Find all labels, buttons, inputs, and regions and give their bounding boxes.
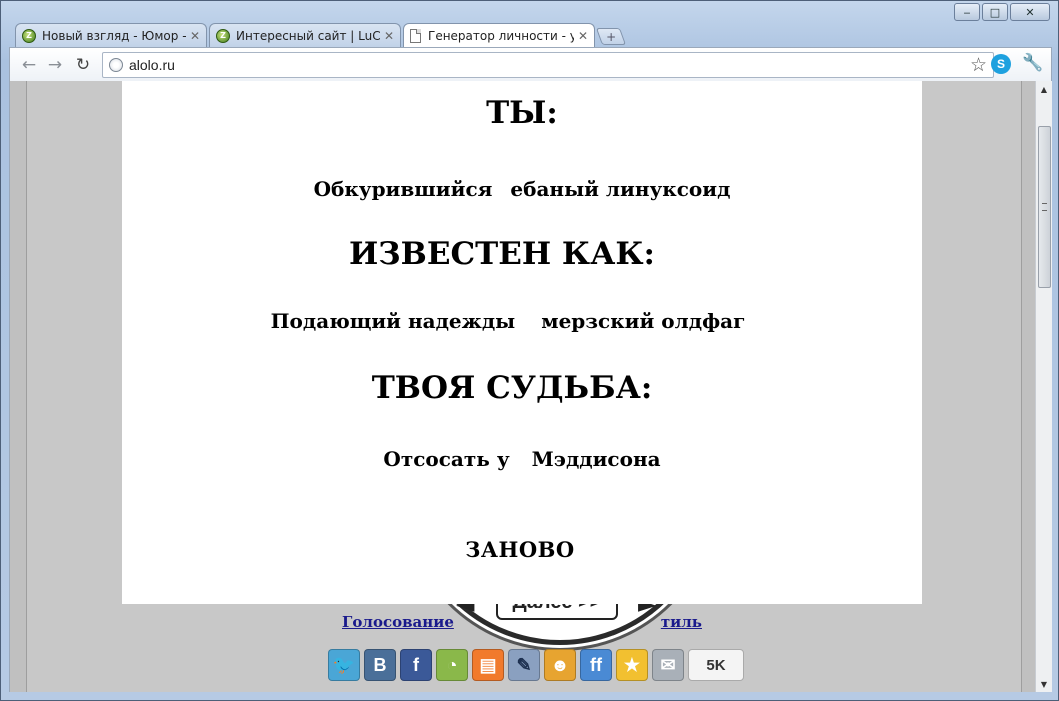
wrench-menu-icon[interactable]: 🔧 [1022, 53, 1043, 73]
page-viewport: ◄ ► Далее >> Голосование тиль 🐦 В f ◔ ▤ … [9, 81, 1052, 692]
url-text[interactable]: alolo.ru [129, 57, 175, 73]
vertical-scrollbar[interactable]: ▲ ▼ [1035, 81, 1052, 692]
tab-strip: Z Новый взгляд - Юмор - ... ✕ Z Интересн… [15, 23, 627, 48]
vkontakte-icon[interactable]: В [364, 649, 396, 681]
tab-title: Новый взгляд - Юмор - ... [42, 28, 186, 43]
tab-interesnyi-sait[interactable]: Z Интересный сайт | LuCk... ✕ [209, 23, 401, 47]
close-tab-icon[interactable]: ✕ [384, 29, 394, 43]
plus-icon: + [605, 29, 617, 44]
twitter-icon[interactable]: 🐦 [328, 649, 360, 681]
new-tab-button[interactable]: + [595, 28, 627, 45]
browser-window: ‒ □ ✕ Z Новый взгляд - Юмор - ... ✕ Z Ин… [0, 0, 1059, 701]
tab-generator-lichnosti[interactable]: Генератор личности - у... ✕ [403, 23, 595, 48]
tab-novyi-vzglyad[interactable]: Z Новый взгляд - Юмор - ... ✕ [15, 23, 207, 47]
blogger-icon[interactable]: ▤ [472, 649, 504, 681]
window-controls: ‒ □ ✕ [954, 3, 1050, 21]
known-value-part-a: Подающий надежды [270, 309, 516, 333]
tab-title: Интересный сайт | LuCk... [236, 28, 380, 43]
address-bar[interactable]: alolo.ru ☆ [102, 52, 994, 78]
share-count: 5K [688, 649, 744, 681]
vote-link-right[interactable]: тиль [661, 613, 702, 631]
you-value-part-b: ебаный линуксоид [510, 177, 731, 201]
toolbar: ← → ↻ alolo.ru ☆ S 🔧 [9, 47, 1052, 81]
close-window-button[interactable]: ✕ [1010, 3, 1050, 21]
reload-button[interactable]: ↻ [72, 54, 94, 76]
heading-fate: ТВОЯ СУДЬБА: [371, 370, 653, 406]
site-favicon-icon: Z [22, 28, 36, 43]
page-icon [410, 29, 421, 43]
known-as-value: Подающий надежды мерзский олдфаг [108, 309, 908, 333]
fate-value-part-b: Мэддисона [531, 447, 661, 471]
livejournal-icon[interactable]: ✎ [508, 649, 540, 681]
favorites-icon[interactable]: ★ [616, 649, 648, 681]
globe-icon [109, 58, 123, 72]
heading-known-as: ИЗВЕСТЕН КАК: [348, 236, 656, 272]
mymail-icon[interactable]: ☻ [544, 649, 576, 681]
skype-extension-icon[interactable]: S [991, 54, 1011, 74]
scroll-up-icon[interactable]: ▲ [1036, 81, 1052, 97]
heading-you: ТЫ: [486, 95, 558, 131]
tab-title: Генератор личности - у... [428, 29, 574, 43]
vote-links: Голосование тиль [342, 613, 702, 633]
friendfeed-icon[interactable]: ff [580, 649, 612, 681]
bookmark-star-icon[interactable]: ☆ [970, 54, 987, 76]
vote-link[interactable]: Голосование [342, 613, 454, 631]
email-icon[interactable]: ✉ [652, 649, 684, 681]
minimize-button[interactable]: ‒ [954, 3, 980, 21]
close-tab-icon[interactable]: ✕ [190, 29, 200, 43]
known-value-part-b: мерзский олдфаг [541, 309, 746, 333]
maximize-button[interactable]: □ [982, 3, 1008, 21]
google-buzz-icon[interactable]: ◔ [436, 649, 468, 681]
you-value-part-a: Обкурившийся [313, 177, 493, 201]
scroll-down-icon[interactable]: ▼ [1036, 676, 1052, 692]
fate-value-part-a: Отсосать у [383, 447, 510, 471]
forward-button[interactable]: → [44, 54, 66, 76]
you-value: Обкурившийся ебаный линуксоид [122, 177, 922, 201]
again-button[interactable]: ЗАНОВО [122, 537, 918, 562]
facebook-icon[interactable]: f [400, 649, 432, 681]
site-favicon-icon: Z [216, 28, 230, 43]
close-tab-icon[interactable]: ✕ [578, 29, 588, 43]
personality-generator-modal: ТЫ: Обкурившийся ебаный линуксоид ИЗВЕСТЕ… [122, 81, 922, 604]
back-button[interactable]: ← [18, 54, 40, 76]
fate-value: Отсосать у Мэддисона [122, 447, 922, 471]
scrollbar-thumb[interactable] [1038, 126, 1051, 288]
share-bar: 🐦 В f ◔ ▤ ✎ ☻ ff ★ ✉ 5K [328, 649, 744, 683]
